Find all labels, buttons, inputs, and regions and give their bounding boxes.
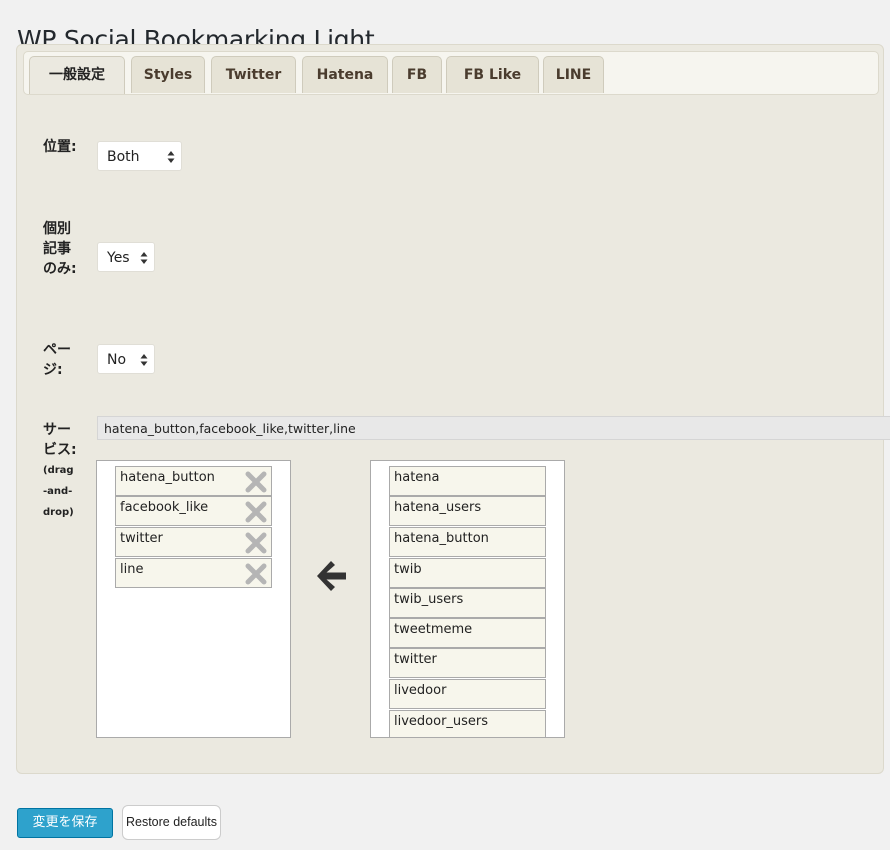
available-service-item[interactable]: twitter xyxy=(389,648,546,678)
position-select[interactable]: Both xyxy=(97,141,182,171)
tab-styles[interactable]: Styles xyxy=(131,56,205,93)
restore-defaults-button[interactable]: Restore defaults xyxy=(122,805,221,840)
single-only-label: 個別記事のみ: xyxy=(43,221,77,277)
select-arrows-icon xyxy=(167,151,175,163)
select-arrows-icon xyxy=(140,252,148,264)
services-input[interactable]: hatena_button,facebook_like,twitter,line xyxy=(97,416,890,440)
tab-hatena[interactable]: Hatena xyxy=(302,56,388,93)
selected-service-item[interactable]: facebook_like xyxy=(115,496,272,526)
available-service-item[interactable]: hatena xyxy=(389,466,546,496)
save-button[interactable]: 変更を保存 xyxy=(17,808,113,838)
tab-twitter[interactable]: Twitter xyxy=(211,56,296,93)
service-name: twitter xyxy=(120,531,163,546)
available-service-item[interactable]: livedoor xyxy=(389,679,546,709)
service-name: facebook_like xyxy=(120,500,209,515)
services-sublabel: (drag-and-drop) xyxy=(43,465,74,518)
selected-service-item[interactable]: hatena_button xyxy=(115,466,272,496)
tab-bar: 一般設定 Styles Twitter Hatena FB FB Like LI… xyxy=(23,51,879,95)
available-service-item[interactable]: tweetmeme xyxy=(389,618,546,648)
tab-fb-like[interactable]: FB Like xyxy=(446,56,539,93)
tab-line[interactable]: LINE xyxy=(543,56,604,93)
selected-service-item[interactable]: twitter xyxy=(115,527,272,557)
position-label: 位置: xyxy=(43,139,77,155)
service-name: hatena_button xyxy=(120,470,215,485)
services-label: サービス: (drag-and-drop) xyxy=(43,420,77,523)
available-service-item[interactable]: twib_users xyxy=(389,588,546,618)
services-label-text: サービス: xyxy=(43,422,77,458)
remove-icon[interactable] xyxy=(244,531,268,555)
tab-general[interactable]: 一般設定 xyxy=(29,56,125,94)
service-name: line xyxy=(120,562,144,577)
selected-service-item[interactable]: line xyxy=(115,558,272,588)
remove-icon[interactable] xyxy=(244,500,268,524)
single-only-select[interactable]: Yes xyxy=(97,242,155,272)
select-arrows-icon xyxy=(140,354,148,366)
position-select-value: Both xyxy=(107,149,140,165)
page-select[interactable]: No xyxy=(97,344,155,374)
remove-icon[interactable] xyxy=(244,562,268,586)
page-select-value: No xyxy=(107,352,127,368)
available-service-item[interactable]: livedoor_users xyxy=(389,710,546,737)
available-service-item[interactable]: hatena_button xyxy=(389,527,546,557)
page-label: ページ: xyxy=(43,342,71,378)
tab-fb[interactable]: FB xyxy=(392,56,442,93)
single-only-select-value: Yes xyxy=(107,250,130,266)
arrow-left-icon xyxy=(317,561,346,591)
available-service-item[interactable]: hatena_users xyxy=(389,496,546,526)
available-service-item[interactable]: twib xyxy=(389,558,546,588)
remove-icon[interactable] xyxy=(244,470,268,494)
